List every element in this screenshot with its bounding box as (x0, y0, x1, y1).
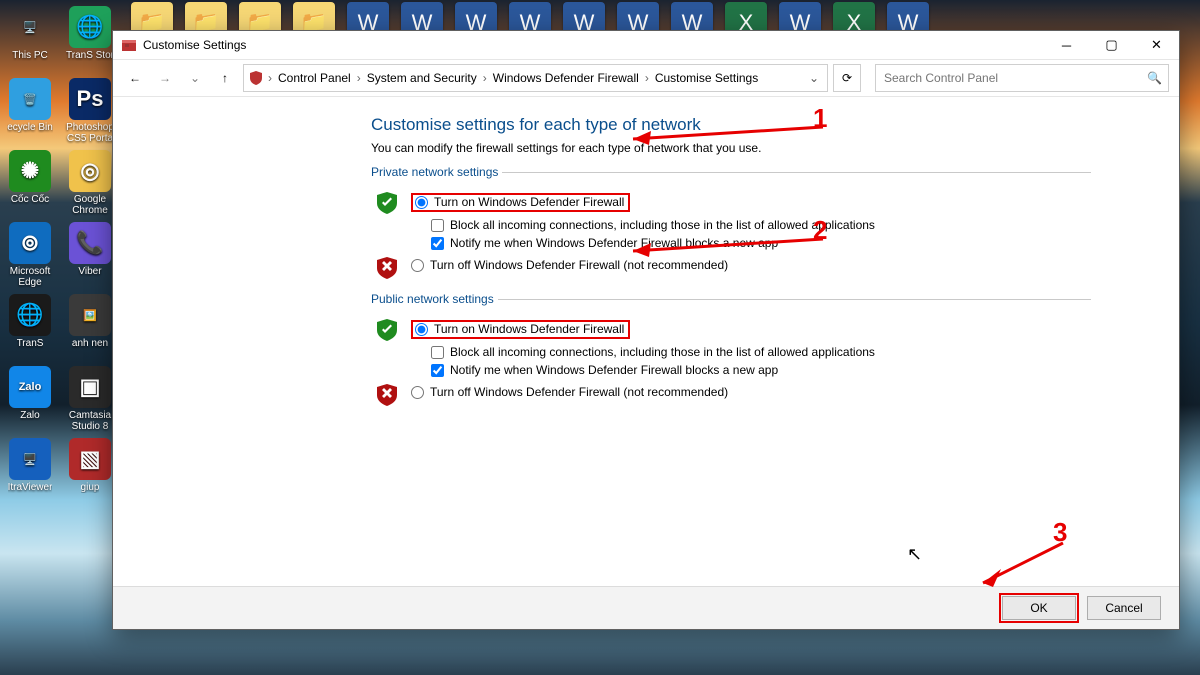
public-legend: Public network settings (371, 292, 498, 306)
desktop-icon[interactable]: ✺Cốc Cốc (2, 150, 58, 218)
desktop-icon[interactable]: ZaloZalo (2, 366, 58, 434)
forward-button[interactable]: → (153, 66, 177, 90)
cancel-button[interactable]: Cancel (1087, 596, 1161, 620)
annotation-1: 1 (813, 103, 827, 134)
recent-drop-icon[interactable]: ⌄ (183, 66, 207, 90)
dialog-footer: OK Cancel (113, 586, 1179, 629)
private-notify-input[interactable] (431, 237, 444, 250)
ok-button[interactable]: OK (1002, 596, 1076, 620)
address-dropdown-icon[interactable]: ⌄ (805, 71, 823, 85)
settings-panel: Customise settings for each type of netw… (371, 115, 1091, 419)
back-button[interactable]: ← (123, 66, 147, 90)
desktop-icon[interactable]: ⊚Microsoft Edge (2, 222, 58, 290)
firewall-icon (121, 37, 137, 53)
chevron-right-icon: › (483, 71, 487, 85)
minimize-button[interactable]: ─ (1044, 31, 1089, 59)
private-legend: Private network settings (371, 165, 502, 179)
public-block-check[interactable]: Block all incoming connections, includin… (431, 345, 1091, 359)
desktop-icons: 🖥️This PC🌐TranS Stor🗑️ecycle BinPsPhotos… (0, 4, 120, 508)
private-turn-on-radio[interactable]: Turn on Windows Defender Firewall (411, 193, 630, 212)
shield-green-icon (375, 191, 399, 215)
chevron-right-icon: › (645, 71, 649, 85)
page-heading: Customise settings for each type of netw… (371, 115, 1091, 135)
desktop: 🖥️This PC🌐TranS Stor🗑️ecycle BinPsPhotos… (0, 0, 1200, 675)
public-notify-check[interactable]: Notify me when Windows Defender Firewall… (431, 363, 1091, 377)
public-turn-off-input[interactable] (411, 386, 424, 399)
desktop-icon[interactable]: 📞Viber (62, 222, 118, 290)
desktop-icon[interactable]: 🌐TranS Stor (62, 6, 118, 74)
private-block-check[interactable]: Block all incoming connections, includin… (431, 218, 1091, 232)
search-input[interactable] (882, 70, 1147, 86)
chevron-right-icon: › (268, 71, 272, 85)
public-turn-off-label: Turn off Windows Defender Firewall (not … (430, 385, 728, 399)
titlebar[interactable]: Customise Settings ─ ▢ ✕ (113, 31, 1179, 60)
shield-red-icon (375, 256, 399, 280)
desktop-icon[interactable]: 🖥️This PC (2, 6, 58, 74)
public-turn-on-label: Turn on Windows Defender Firewall (434, 322, 624, 336)
content-area: Customise settings for each type of netw… (113, 97, 1179, 629)
private-block-input[interactable] (431, 219, 444, 232)
breadcrumb-2[interactable]: Windows Defender Firewall (491, 71, 641, 85)
breadcrumb-1[interactable]: System and Security (365, 71, 479, 85)
private-group: Private network settings Turn on Windows… (371, 165, 1091, 282)
search-icon: 🔍 (1147, 71, 1162, 85)
search-box[interactable]: 🔍 (875, 64, 1169, 92)
shield-icon (248, 70, 264, 86)
private-turn-off-input[interactable] (411, 259, 424, 272)
annotation-2: 2 (813, 215, 827, 246)
private-turn-on-input[interactable] (415, 196, 428, 209)
private-notify-check[interactable]: Notify me when Windows Defender Firewall… (431, 236, 1091, 250)
maximize-button[interactable]: ▢ (1089, 31, 1134, 59)
desktop-icon[interactable]: ◎Google Chrome (62, 150, 118, 218)
shield-green-icon (375, 318, 399, 342)
ok-highlight: OK (999, 593, 1079, 623)
refresh-button[interactable]: ⟳ (833, 64, 861, 92)
breadcrumb-3[interactable]: Customise Settings (653, 71, 760, 85)
chevron-right-icon: › (357, 71, 361, 85)
private-notify-label: Notify me when Windows Defender Firewall… (450, 236, 778, 250)
desktop-icon[interactable]: PsPhotoshop CS5 Porta (62, 78, 118, 146)
private-turn-off-radio[interactable]: Turn off Windows Defender Firewall (not … (411, 258, 1091, 272)
navbar: ← → ⌄ ↑ › Control Panel › System and Sec… (113, 60, 1179, 97)
address-bar[interactable]: › Control Panel › System and Security › … (243, 64, 828, 92)
breadcrumb-0[interactable]: Control Panel (276, 71, 353, 85)
public-block-label: Block all incoming connections, includin… (450, 345, 875, 359)
public-turn-off-radio[interactable]: Turn off Windows Defender Firewall (not … (411, 385, 1091, 399)
private-block-label: Block all incoming connections, includin… (450, 218, 875, 232)
public-block-input[interactable] (431, 346, 444, 359)
public-turn-on-radio[interactable]: Turn on Windows Defender Firewall (411, 320, 630, 339)
desktop-icon[interactable]: 🌐TranS (2, 294, 58, 362)
page-subtitle: You can modify the firewall settings for… (371, 141, 1091, 155)
public-group: Public network settings Turn on Windows … (371, 292, 1091, 409)
desktop-icon[interactable]: 🗑️ecycle Bin (2, 78, 58, 146)
desktop-icon[interactable]: ▧giup (62, 438, 118, 506)
close-button[interactable]: ✕ (1134, 31, 1179, 59)
window-title: Customise Settings (143, 38, 246, 52)
public-turn-on-input[interactable] (415, 323, 428, 336)
cursor-icon: ↖ (907, 544, 922, 565)
desktop-icon[interactable]: 🖥️ItraViewer (2, 438, 58, 506)
annotation-3: 3 (1053, 517, 1067, 548)
up-button[interactable]: ↑ (213, 66, 237, 90)
public-notify-label: Notify me when Windows Defender Firewall… (450, 363, 778, 377)
private-turn-off-label: Turn off Windows Defender Firewall (not … (430, 258, 728, 272)
private-turn-on-label: Turn on Windows Defender Firewall (434, 195, 624, 209)
control-panel-window: Customise Settings ─ ▢ ✕ ← → ⌄ ↑ › Contr… (112, 30, 1180, 630)
desktop-icon[interactable]: 🖼️anh nen (62, 294, 118, 362)
public-notify-input[interactable] (431, 364, 444, 377)
shield-red-icon (375, 383, 399, 407)
desktop-icon[interactable]: ▣Camtasia Studio 8 (62, 366, 118, 434)
